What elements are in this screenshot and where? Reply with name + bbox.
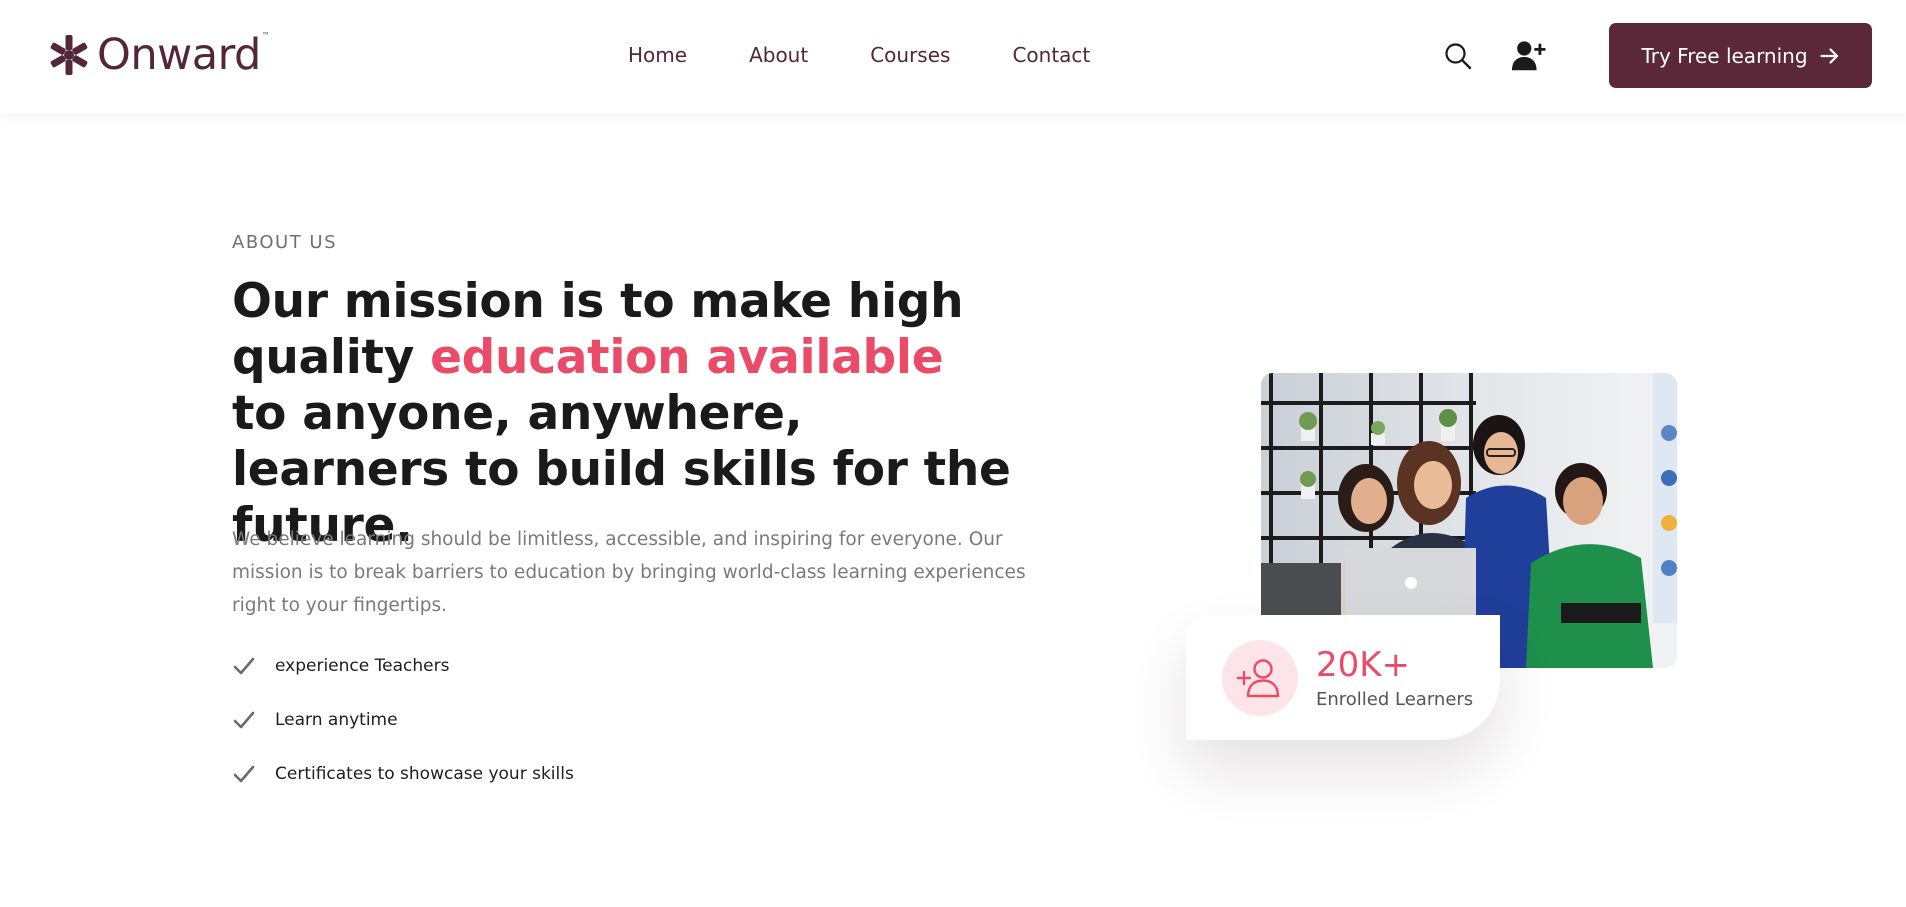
add-user-icon: [1511, 41, 1546, 71]
stat-label: Enrolled Learners: [1316, 689, 1474, 710]
feature-item: Certificates to showcase your skills: [232, 760, 574, 788]
stat-text: 20K+ Enrolled Learners: [1316, 645, 1473, 710]
check-icon: [233, 765, 255, 783]
feature-item: Learn anytime: [232, 706, 574, 734]
feature-label: Certificates to showcase your skills: [275, 764, 574, 784]
try-free-learning-button[interactable]: Try Free learning: [1609, 23, 1872, 88]
feature-label: experience Teachers: [275, 656, 450, 676]
arrow-right-icon: [1819, 47, 1838, 64]
nav-link-contact[interactable]: Contact: [1012, 41, 1090, 69]
stat-value: 20K+: [1316, 645, 1411, 685]
nav-link-home[interactable]: Home: [628, 41, 687, 69]
trademark-mark: ™: [261, 31, 270, 40]
nav-link-about[interactable]: About: [749, 41, 808, 69]
about-description: We believe learning should be limitless,…: [232, 529, 1026, 616]
logo[interactable]: Onward ™: [47, 30, 270, 80]
search-icon: [1445, 43, 1472, 70]
nav-link-courses[interactable]: Courses: [870, 41, 950, 69]
section-eyebrow: ABOUT US: [232, 232, 338, 253]
feature-label: Learn anytime: [275, 710, 398, 730]
headline-accent: education available: [430, 330, 944, 385]
site-header: Onward ™ Home About Courses Contact Try …: [0, 0, 1906, 113]
feature-item: experience Teachers: [232, 652, 574, 680]
check-icon: [233, 657, 255, 675]
check-icon: [233, 711, 255, 729]
about-headline: Our mission is to make high quality educ…: [232, 274, 1012, 554]
main-nav: Home About Courses Contact: [628, 41, 1152, 69]
asterisk-logo-icon: [50, 35, 88, 75]
logo-text: Onward: [97, 30, 261, 80]
stat-icon-badge: [1222, 639, 1298, 716]
cta-label: Try Free learning: [1641, 43, 1808, 68]
search-button[interactable]: [1440, 38, 1476, 74]
add-user-button[interactable]: [1511, 38, 1547, 74]
feature-list: experience Teachers Learn anytime Certif…: [232, 652, 574, 814]
enrolled-learners-card: 20K+ Enrolled Learners: [1186, 615, 1500, 740]
add-user-outline-icon: [1237, 658, 1280, 697]
